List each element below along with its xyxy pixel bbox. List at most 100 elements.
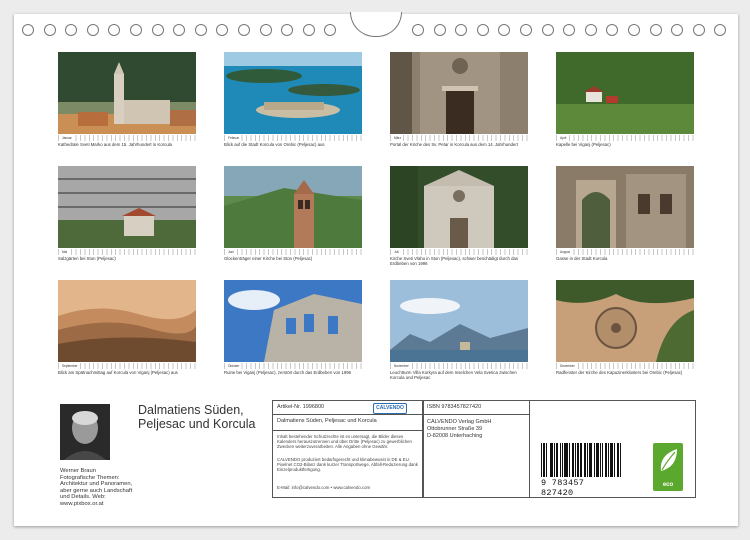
isbn-box: ISBN 9783457827420 CALVENDO Verlag GmbH … — [422, 400, 696, 498]
binding-ring — [151, 24, 164, 36]
photo-caption: Glockenträger einer Kirche bei Ston (Pel… — [224, 256, 313, 261]
month-tile-august: August Gasse in der Stadt Korcula — [556, 166, 694, 261]
barcode: 9 783457 827420 — [541, 443, 622, 498]
binding-rings — [14, 12, 738, 54]
date-grid: September — [58, 363, 196, 369]
author-block: Werner Braun Fotografische Themen: Archi… — [60, 468, 140, 508]
binding-ring — [194, 24, 207, 36]
article-header: Artikel-Nr. 1996800 CALVENDO — [273, 401, 423, 415]
binding-ring — [455, 24, 468, 36]
hanger-notch — [350, 12, 402, 37]
barcode-bar — [586, 443, 589, 477]
binding-ring — [671, 24, 684, 36]
month-tile-september: September Blick am Spätnachmittag auf Ko… — [58, 280, 196, 375]
isbn: ISBN 9783457827420 — [427, 404, 482, 410]
photo-ruin-viganj — [224, 280, 362, 362]
binding-ring — [541, 24, 554, 36]
barcode-bar — [599, 443, 601, 477]
author-bio: Fotografische Themen: Architektur und Pa… — [60, 474, 133, 507]
photo-evening-hills — [58, 280, 196, 362]
photo-caption: Kapelle bei Viganj (Peljesac) — [556, 142, 611, 147]
binding-ring — [433, 24, 446, 36]
photo-salt-pans — [58, 166, 196, 248]
barcode-bar — [601, 443, 603, 477]
leaf-icon — [660, 449, 677, 471]
date-grid: Juni — [224, 249, 362, 255]
date-grid: Februar — [224, 135, 362, 141]
barcode-number: 9 783457 827420 — [541, 478, 585, 498]
barcode-bar — [575, 443, 577, 477]
date-grid: November — [390, 363, 528, 369]
publisher-city: D-82008 Unterhaching — [427, 433, 483, 439]
article-info-box: Artikel-Nr. 1996800 CALVENDO Dalmatiens … — [272, 400, 424, 498]
barcode-bar — [573, 443, 575, 477]
barcode-bar — [541, 443, 543, 477]
barcode-bar — [560, 443, 562, 477]
month-label: Oktober — [228, 363, 241, 369]
eco-label: eco — [662, 482, 674, 488]
barcode-bar — [544, 443, 546, 477]
barcode-bar — [568, 443, 570, 477]
month-label: Dezember — [560, 363, 576, 369]
barcode-bar — [611, 443, 613, 477]
photo-rose-window — [556, 280, 694, 362]
barcode-bar — [606, 443, 608, 477]
photo-caption: Leuchtturm Villa Korkyra auf dem Inselch… — [390, 370, 517, 380]
photo-caption: Radfenster der Kirche des Kapuzinerklost… — [556, 370, 683, 375]
barcode-bar — [617, 443, 619, 477]
binding-ring — [22, 24, 34, 36]
binding-ring — [692, 24, 705, 36]
article-number: Artikel-Nr. 1996800 — [277, 404, 325, 410]
production-notice: CALVENDO produziert bedarfsgerecht und k… — [277, 457, 418, 473]
month-tile-november: November Leuchtturm Villa Korkyra auf de… — [390, 280, 528, 380]
binding-ring — [302, 24, 315, 36]
photo-caption: Portal der Kirche des Sv. Petar in Korcu… — [390, 142, 518, 147]
binding-ring — [43, 24, 56, 36]
binding-ring — [65, 24, 78, 36]
month-tile-january: Januar Kathedrale Sveti Marko aus dem 15… — [58, 52, 196, 147]
binding-ring — [130, 24, 142, 36]
month-label: September — [62, 363, 79, 369]
month-label: März — [394, 135, 403, 141]
binding-ring — [628, 24, 640, 36]
date-grid: Juli — [390, 249, 528, 255]
month-label: Mai — [62, 249, 69, 255]
binding-ring — [238, 24, 250, 36]
binding-ring — [108, 24, 121, 36]
date-grid: Oktober — [224, 363, 362, 369]
month-tile-may: Mai Salzgärten bei Ston (Peljesac) — [58, 166, 196, 261]
barcode-bar — [551, 443, 553, 477]
barcode-bar — [580, 443, 582, 477]
date-grid: April — [556, 135, 694, 141]
binding-ring — [584, 24, 597, 36]
barcode-bar — [557, 443, 559, 477]
photo-caption: Blick am Spätnachmittag auf Korcula von … — [58, 370, 178, 375]
barcode-bar — [546, 443, 548, 477]
publisher-street: Ottobrunner Straße 39 — [427, 426, 483, 432]
binding-ring — [173, 24, 186, 36]
month-label: August — [560, 249, 571, 255]
binding-ring — [412, 24, 424, 36]
photo-lighthouse — [390, 280, 528, 362]
barcode-bar — [619, 443, 622, 477]
calendar-title: Dalmatiens Süden, Peljesac und Korcula — [138, 403, 256, 431]
binding-ring — [606, 24, 619, 36]
binding-ring — [281, 24, 294, 36]
binding-ring — [498, 24, 511, 36]
back-cover-info: Werner Braun Fotografische Themen: Archi… — [14, 398, 738, 526]
calendar-back-page: Januar Kathedrale Sveti Marko aus dem 15… — [14, 12, 738, 526]
author-portrait — [60, 404, 110, 460]
binding-ring — [563, 24, 576, 36]
barcode-bar — [613, 443, 615, 477]
barcode-bar — [562, 443, 564, 477]
eco-badge: eco — [653, 443, 683, 491]
date-grid: Januar — [58, 135, 196, 141]
divider — [529, 401, 530, 497]
barcode-bar — [578, 443, 580, 477]
binding-ring — [476, 24, 489, 36]
publisher-name: CALVENDO Verlag GmbH — [427, 419, 492, 425]
month-tile-february: Februar Blick auf die Stadt Korcula von … — [224, 52, 362, 147]
photo-caption: Blick auf die Stadt Korcula von Orebic (… — [224, 142, 325, 147]
date-grid: Mai — [58, 249, 196, 255]
photo-bell-gable — [224, 166, 362, 248]
